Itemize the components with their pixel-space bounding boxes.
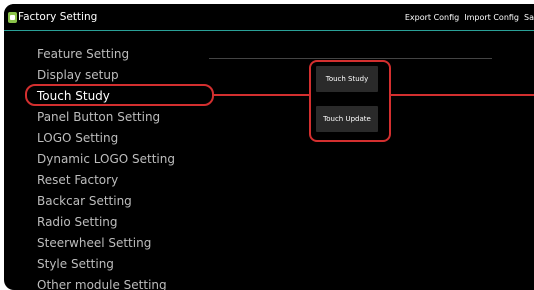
header-actions: Export Config Import Config Sa: [405, 13, 534, 23]
touch-update-button[interactable]: Touch Update: [316, 106, 378, 132]
app-icon: [8, 12, 17, 23]
screen: Factory Setting Export Config Import Con…: [4, 4, 534, 290]
import-config-button[interactable]: Import Config: [464, 13, 519, 23]
menu-item-style-setting[interactable]: Style Setting: [37, 254, 114, 274]
connector-line-left: [214, 94, 309, 96]
menu-item-steerwheel-setting[interactable]: Steerwheel Setting: [37, 233, 151, 253]
touch-study-button[interactable]: Touch Study: [316, 66, 378, 92]
header-bar: Factory Setting Export Config Import Con…: [4, 4, 534, 31]
page-title: Factory Setting: [18, 11, 98, 23]
menu-item-dynamic-logo-setting[interactable]: Dynamic LOGO Setting: [37, 149, 175, 169]
menu-item-panel-button-setting[interactable]: Panel Button Setting: [37, 107, 160, 127]
selected-menu-highlight: [25, 84, 214, 106]
menu-item-other-module-setting[interactable]: Other module Setting: [37, 275, 167, 290]
save-button[interactable]: Sa: [524, 13, 534, 23]
menu-item-display-setup[interactable]: Display setup: [37, 65, 119, 85]
menu-item-logo-setting[interactable]: LOGO Setting: [37, 128, 118, 148]
content-divider: [209, 58, 492, 59]
menu-item-feature-setting[interactable]: Feature Setting: [37, 44, 129, 64]
menu-item-radio-setting[interactable]: Radio Setting: [37, 212, 118, 232]
menu-item-backcar-setting[interactable]: Backcar Setting: [37, 191, 132, 211]
export-config-button[interactable]: Export Config: [405, 13, 459, 23]
connector-line-right: [391, 94, 534, 96]
menu-item-reset-factory[interactable]: Reset Factory: [37, 170, 118, 190]
